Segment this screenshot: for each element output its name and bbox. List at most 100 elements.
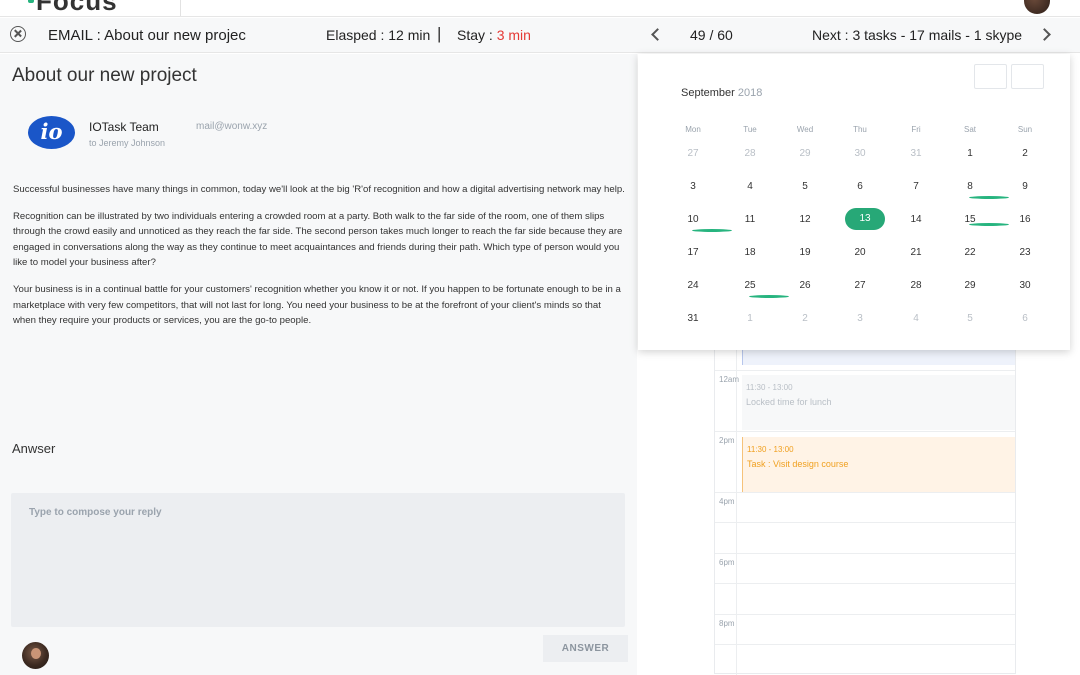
date-picker: September 2018 Mon Tue Wed Thu Fri Sat Sun 27 2… <box>638 54 1070 350</box>
calendar-day[interactable]: 26 <box>785 280 825 291</box>
top-header: Focus <box>0 0 1080 17</box>
calendar-day[interactable]: 27 <box>840 280 880 291</box>
toolbar-divider: | <box>437 24 442 43</box>
calendar-day[interactable]: 10 <box>673 214 713 225</box>
calendar-day[interactable]: 27 <box>673 148 713 159</box>
calendar-day[interactable]: 28 <box>730 148 770 159</box>
calendar-day[interactable]: 19 <box>785 247 825 258</box>
schedule-event-task[interactable]: 11:30 - 13:00 Task : Visit design course <box>742 437 1015 492</box>
calendar-day[interactable]: 8 <box>950 181 990 192</box>
calendar-day[interactable]: 23 <box>1005 247 1045 258</box>
email-paragraph: Recognition can be illustrated by two in… <box>13 210 623 269</box>
calendar-day[interactable]: 31 <box>896 148 936 159</box>
stay-time: Stay : 3 min <box>457 27 531 43</box>
calendar-day[interactable]: 2 <box>1005 148 1045 159</box>
weekday-header: Mon Tue Wed Thu Fri Sat Sun <box>658 118 1068 138</box>
event-dot <box>969 223 1009 226</box>
event-title: Task : Visit design course <box>747 459 849 469</box>
calendar-week: 10 11 12 13 14 15 16 <box>658 204 1068 237</box>
calendar-day[interactable]: 3 <box>840 313 880 324</box>
calendar-day[interactable]: 31 <box>673 313 713 324</box>
chevron-left-icon[interactable] <box>651 28 664 41</box>
event-dot <box>749 295 789 298</box>
calendar-day[interactable]: 16 <box>1005 214 1045 225</box>
calendar-day[interactable]: 29 <box>785 148 825 159</box>
schedule-row <box>715 614 1015 615</box>
schedule-row <box>715 522 1015 523</box>
calendar-grid: Mon Tue Wed Thu Fri Sat Sun 27 28 29 30 31 1 2 3 4 5 6 7 8… <box>658 118 1068 336</box>
calendar-day[interactable]: 14 <box>896 214 936 225</box>
event-time: 11:30 - 13:00 <box>747 445 794 454</box>
calendar-day[interactable]: 9 <box>1005 181 1045 192</box>
close-icon[interactable] <box>10 26 26 42</box>
calendar-day[interactable]: 5 <box>785 181 825 192</box>
schedule-event-locked[interactable]: 11:30 - 13:00 Locked time for lunch <box>742 375 1015 430</box>
calendar-day[interactable]: 22 <box>950 247 990 258</box>
sender-logo: io <box>28 116 75 149</box>
calendar-day[interactable]: 1 <box>730 313 770 324</box>
time-label: 8pm <box>719 619 735 628</box>
schedule-row <box>715 553 1015 554</box>
calendar-day-selected[interactable]: 13 <box>845 208 885 230</box>
time-label: 6pm <box>719 558 735 567</box>
email-paragraph: Successful businesses have many things i… <box>13 184 625 195</box>
calendar-day[interactable]: 25 <box>730 280 770 291</box>
avatar[interactable] <box>22 642 49 669</box>
calendar-day[interactable]: 28 <box>896 280 936 291</box>
schedule-row <box>715 370 1015 371</box>
calendar-day[interactable]: 30 <box>1005 280 1045 291</box>
task-toolbar: EMAIL : About our new projec Elasped : 1… <box>0 18 1080 53</box>
calendar-day[interactable]: 5 <box>950 313 990 324</box>
calendar-day[interactable]: 2 <box>785 313 825 324</box>
schedule-row <box>715 644 1015 645</box>
header-avatar[interactable] <box>1024 0 1050 14</box>
calendar-day[interactable]: 20 <box>840 247 880 258</box>
calendar-week: 31 1 2 3 4 5 6 <box>658 303 1068 336</box>
calendar-day[interactable]: 4 <box>896 313 936 324</box>
header-divider <box>180 0 181 16</box>
calendar-day[interactable]: 7 <box>896 181 936 192</box>
calendar-day[interactable]: 6 <box>840 181 880 192</box>
stay-label: Stay : <box>457 27 493 43</box>
calendar-day[interactable]: 29 <box>950 280 990 291</box>
reply-input[interactable] <box>11 493 625 627</box>
calendar-day[interactable]: 11 <box>730 214 770 225</box>
weekday-label: Sat <box>963 125 976 134</box>
sender-name: IOTask Team <box>89 120 159 134</box>
calendar-day[interactable]: 18 <box>730 247 770 258</box>
calendar-month: September 2018 <box>681 87 762 99</box>
chevron-right-icon[interactable] <box>1038 28 1051 41</box>
app-logo[interactable]: Focus <box>36 0 118 16</box>
calendar-week: 17 18 19 20 21 22 23 <box>658 223 1068 270</box>
weekday-label: Fri <box>911 125 921 134</box>
calendar-week: 27 28 29 30 31 1 2 <box>658 138 1068 171</box>
calendar-day[interactable]: 3 <box>673 181 713 192</box>
next-month-button[interactable] <box>1011 64 1044 89</box>
calendar-week: 24 25 26 27 28 29 30 <box>658 270 1068 303</box>
calendar-day[interactable]: 17 <box>673 247 713 258</box>
sender-email[interactable]: mail@wonw.xyz <box>196 121 267 132</box>
logo-icon <box>28 0 34 3</box>
schedule-row <box>715 431 1015 432</box>
answer-button[interactable]: ANSWER <box>543 635 628 662</box>
elapsed-time: Elasped : 12 min <box>326 27 431 43</box>
weekday-label: Tue <box>743 125 757 134</box>
schedule-row <box>715 583 1015 584</box>
weekday-label: Thu <box>853 125 867 134</box>
calendar-day[interactable]: 1 <box>950 148 990 159</box>
calendar-day[interactable]: 30 <box>840 148 880 159</box>
prev-month-button[interactable] <box>974 64 1007 89</box>
calendar-day[interactable]: 21 <box>896 247 936 258</box>
weekday-label: Sun <box>1017 125 1033 134</box>
email-panel: About our new project io IOTask Team mai… <box>0 54 637 675</box>
calendar-day[interactable]: 24 <box>673 280 713 291</box>
calendar-day[interactable]: 6 <box>1005 313 1045 324</box>
event-dot <box>969 196 1009 199</box>
time-label: 12am <box>719 375 740 384</box>
year-label: 2018 <box>737 87 763 99</box>
calendar-day[interactable]: 12 <box>785 214 825 225</box>
calendar-day[interactable]: 4 <box>730 181 770 192</box>
calendar-week: 3 4 5 6 7 8 9 <box>658 171 1068 204</box>
task-title: EMAIL : About our new projec <box>48 27 246 44</box>
schedule-row <box>715 492 1015 493</box>
